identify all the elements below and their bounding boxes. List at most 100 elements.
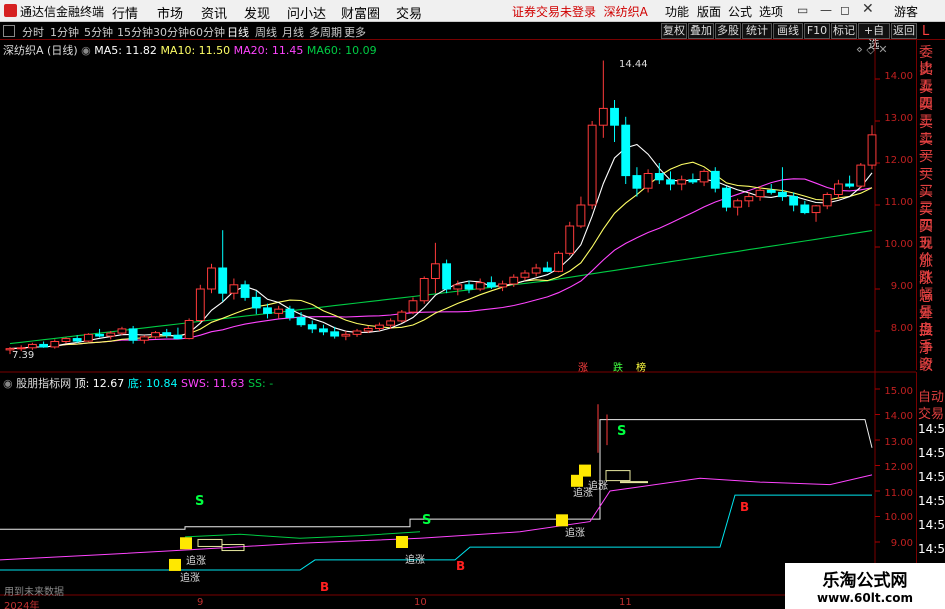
menu-function[interactable]: 功能 xyxy=(665,3,689,20)
trade-time: 14:56 xyxy=(918,494,945,508)
login-status[interactable]: 证券交易未登录 深纺织A xyxy=(512,3,648,20)
toggle-panel-icon[interactable] xyxy=(3,25,15,37)
period-5min[interactable]: 5分钟 xyxy=(84,24,113,40)
date-tick: 10 xyxy=(414,597,427,608)
ma20-line xyxy=(9,178,873,350)
ma10-path xyxy=(9,161,873,350)
candle-body xyxy=(576,204,586,227)
candle-body xyxy=(542,267,552,272)
candle-body xyxy=(397,311,407,322)
menu-ask[interactable]: 问小达 xyxy=(287,3,326,22)
expand-icon[interactable]: ⋄ ◇ ✕ xyxy=(856,43,888,56)
signal-s: S xyxy=(195,494,205,509)
y-tick: 11.00 xyxy=(884,197,913,208)
period-30min[interactable]: 30分钟 xyxy=(153,24,189,40)
multi-stock-button[interactable]: 多股 xyxy=(715,23,741,39)
candle-body xyxy=(162,332,172,336)
y-tick: 13.00 xyxy=(884,113,913,124)
signal-b: B xyxy=(740,500,750,514)
back-button[interactable]: 返回 xyxy=(891,23,917,39)
title-bar: 通达信金融终端 行情 市场 资讯 发现 问小达 财富圈 交易 证券交易未登录 深… xyxy=(0,0,945,22)
candle-body xyxy=(251,296,261,309)
candle-body xyxy=(408,300,418,313)
indicator-lines xyxy=(0,404,873,571)
down-marker: 跌 xyxy=(613,363,623,374)
period-15min[interactable]: 15分钟 xyxy=(117,24,153,40)
candle-body xyxy=(856,164,866,187)
minimize-icon[interactable]: — xyxy=(820,3,832,17)
add-watchlist-button[interactable]: +自选 xyxy=(858,23,890,51)
signal-s: S xyxy=(617,424,627,439)
mark-button[interactable]: 标记 xyxy=(831,23,857,39)
candle-body xyxy=(867,134,877,166)
trade-time: 14:56 xyxy=(918,446,945,460)
draw-line-button[interactable]: 画线 xyxy=(773,23,803,39)
statistics-button[interactable]: 统计 xyxy=(742,23,772,39)
menu-formula[interactable]: 公式 xyxy=(728,3,752,20)
candle-body xyxy=(207,267,216,290)
candle-body xyxy=(800,204,810,214)
candle-body xyxy=(677,179,687,185)
ind-y-tick: 13.00 xyxy=(884,437,913,448)
trade-label[interactable]: 交易 xyxy=(918,403,944,422)
candle-body xyxy=(151,332,160,338)
settings-icon[interactable]: ◉ xyxy=(81,44,91,57)
candle-body xyxy=(363,327,373,332)
candle-body xyxy=(16,347,26,350)
restore-rights-button[interactable]: 复权 xyxy=(661,23,687,39)
period-60min[interactable]: 60分钟 xyxy=(189,24,225,40)
watermark: 乐淘公式网 www.60lt.com xyxy=(785,563,945,609)
inbox-icon[interactable]: ▭ xyxy=(797,3,808,17)
period-toolbar: 分时 1分钟 5分钟 15分钟 30分钟 60分钟 日线 周线 月线 多周期 更… xyxy=(0,22,945,51)
menu-layout[interactable]: 版面 xyxy=(697,3,721,20)
candle-body xyxy=(173,334,183,340)
candle-body xyxy=(733,200,743,208)
candle-body xyxy=(778,191,787,198)
window-icon[interactable]: ◻ xyxy=(840,3,850,17)
candle-body xyxy=(27,343,37,349)
menu-options[interactable]: 选项 xyxy=(759,3,783,20)
menu-news[interactable]: 资讯 xyxy=(201,3,227,22)
overlay-button[interactable]: 叠加 xyxy=(688,23,714,39)
high-label: 14.44 xyxy=(619,59,648,70)
candle-body xyxy=(475,282,485,290)
candle-body xyxy=(419,278,429,302)
trade-time: 14:56 xyxy=(918,518,945,532)
candle-body xyxy=(106,332,116,337)
guest-label[interactable]: 游客 xyxy=(894,3,918,20)
period-multi[interactable]: 多周期 xyxy=(309,24,342,40)
indicator-legend: ◉ 股朋指标网 顶: 12.67 底: 10.84 SWS: 11.63 SS:… xyxy=(3,375,273,391)
close-icon[interactable]: ✕ xyxy=(862,1,874,17)
indicator-title: 股朋指标网 xyxy=(16,377,72,390)
candle-body xyxy=(95,333,104,337)
candle-body xyxy=(218,267,228,294)
period-1min[interactable]: 1分钟 xyxy=(50,24,79,40)
period-weekly[interactable]: 周线 xyxy=(255,24,277,40)
chase-signal: 追涨 xyxy=(565,528,585,539)
period-timeshare[interactable]: 分时 xyxy=(22,24,44,40)
period-more[interactable]: 更多 xyxy=(344,24,366,40)
candle-body xyxy=(744,196,754,202)
y-tick: 10.00 xyxy=(884,239,913,250)
candle-body xyxy=(453,284,463,290)
watermark-url: www.60lt.com xyxy=(816,591,914,605)
indicator-top: 顶: 12.67 xyxy=(74,377,125,390)
menu-market[interactable]: 市场 xyxy=(157,3,183,22)
ma20-path xyxy=(9,178,873,350)
candle-body xyxy=(263,307,272,314)
y-tick: 8.00 xyxy=(890,323,913,334)
menu-discover[interactable]: 发现 xyxy=(244,3,270,22)
candle-body xyxy=(632,175,642,189)
indicator-settings-icon[interactable]: ◉ xyxy=(3,377,13,390)
kline-chart[interactable] xyxy=(0,40,916,609)
menu-trade[interactable]: 交易 xyxy=(396,3,422,22)
menu-quotes[interactable]: 行情 xyxy=(112,3,138,22)
period-monthly[interactable]: 月线 xyxy=(282,24,304,40)
period-daily[interactable]: 日线 xyxy=(227,24,249,40)
menu-wealth[interactable]: 财富圈 xyxy=(341,3,380,22)
candle-body xyxy=(375,324,384,329)
ind-y-tick: 15.00 xyxy=(884,386,913,397)
f10-button[interactable]: F10 xyxy=(804,23,830,39)
side-panel-tab[interactable]: L xyxy=(922,24,929,39)
ma10-line xyxy=(9,161,873,350)
